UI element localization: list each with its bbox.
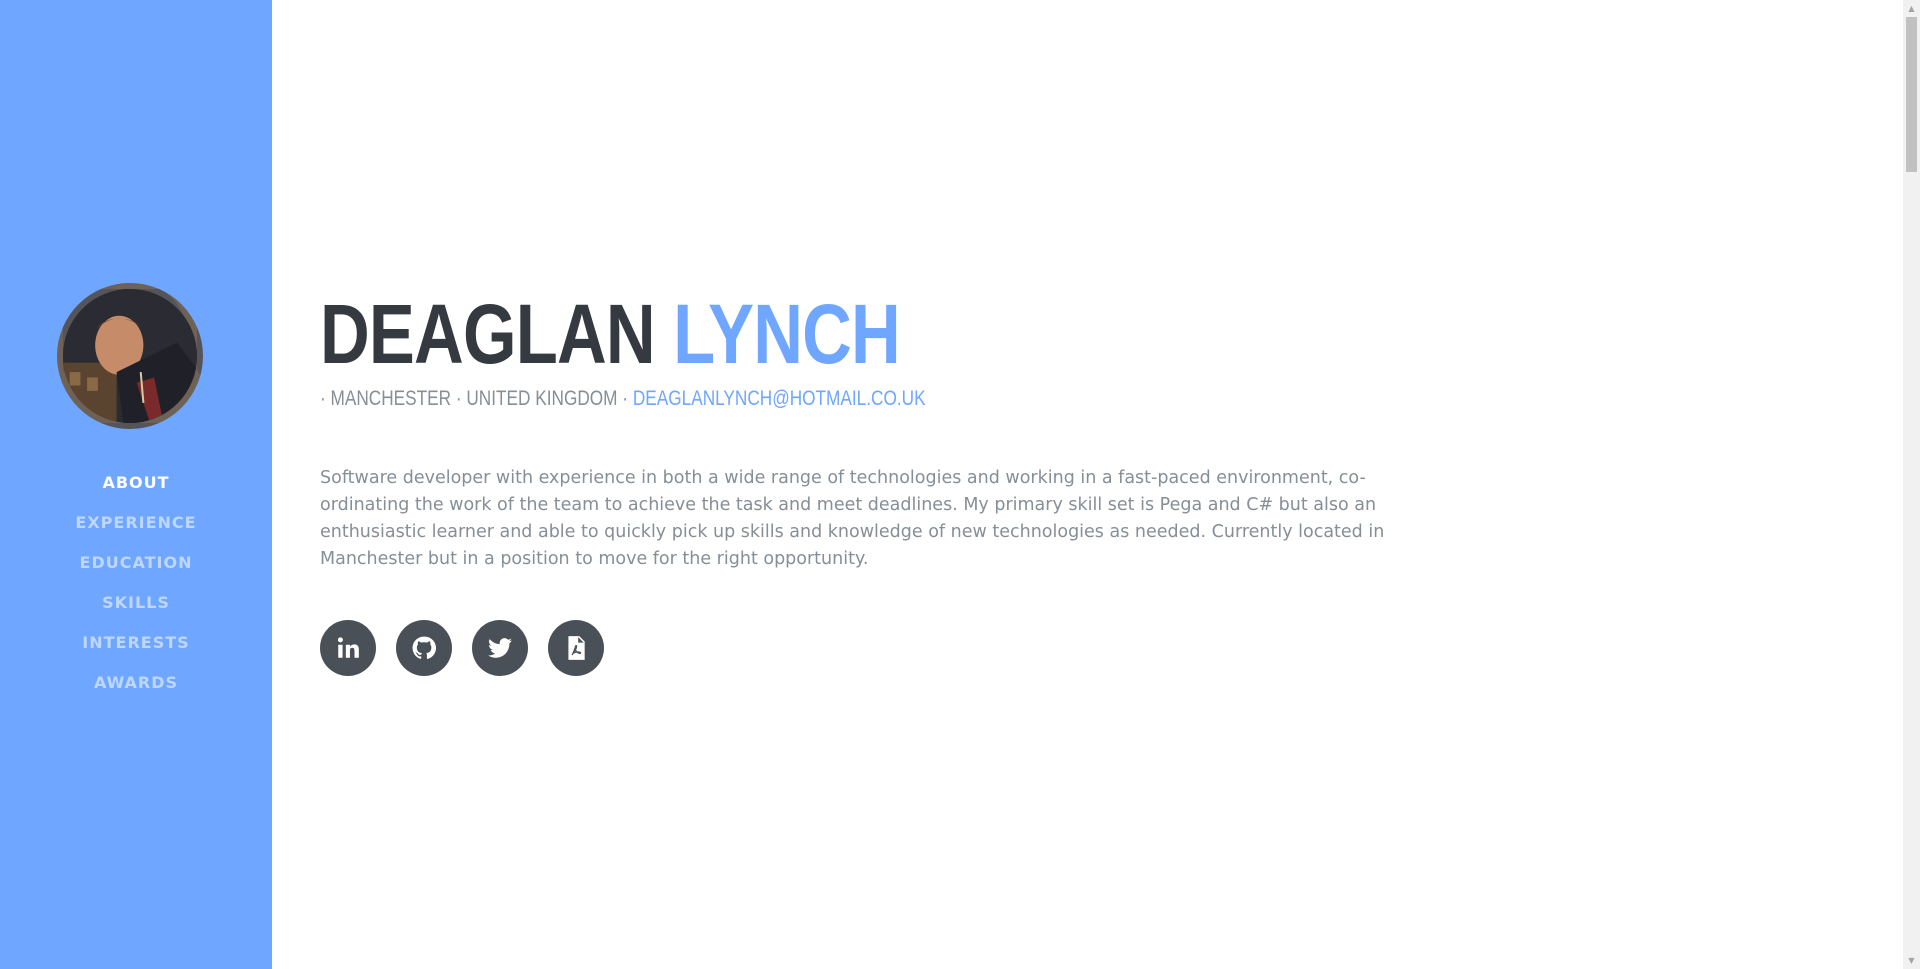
nav-item-skills[interactable]: SKILLS	[0, 583, 272, 623]
contact-subheading: · MANCHESTER · UNITED KINGDOM · DEAGLANL…	[320, 387, 926, 411]
nav-item-experience[interactable]: EXPERIENCE	[0, 503, 272, 543]
sidebar-nav: ABOUT EXPERIENCE EDUCATION SKILLS INTERE…	[0, 463, 272, 703]
nav-item-education[interactable]: EDUCATION	[0, 543, 272, 583]
last-name: LYNCH	[673, 287, 901, 381]
nav-item-about[interactable]: ABOUT	[0, 463, 272, 503]
profile-avatar	[57, 283, 203, 429]
pdf-file-icon	[568, 636, 585, 660]
scrollbar-thumb[interactable]	[1906, 17, 1917, 172]
scroll-up-arrow-icon[interactable]: ▲	[1903, 0, 1920, 17]
linkedin-button[interactable]	[320, 620, 376, 676]
linkedin-icon	[337, 637, 359, 658]
twitter-icon	[488, 638, 512, 658]
nav-item-interests[interactable]: INTERESTS	[0, 623, 272, 663]
github-button[interactable]	[396, 620, 452, 676]
social-icons	[320, 620, 604, 676]
scroll-down-arrow-icon[interactable]: ▼	[1903, 952, 1920, 969]
vertical-scrollbar[interactable]: ▲ ▼	[1903, 0, 1920, 969]
nav-item-awards[interactable]: AWARDS	[0, 663, 272, 703]
resume-pdf-button[interactable]	[548, 620, 604, 676]
email-link[interactable]: DEAGLANLYNCH@HOTMAIL.CO.UK	[633, 387, 926, 410]
sidebar: ABOUT EXPERIENCE EDUCATION SKILLS INTERE…	[0, 0, 272, 969]
page-title: DEAGLAN LYNCH	[320, 292, 901, 376]
twitter-button[interactable]	[472, 620, 528, 676]
location-text: · MANCHESTER · UNITED KINGDOM ·	[320, 387, 633, 410]
github-icon	[412, 636, 437, 659]
first-name: DEAGLAN	[320, 287, 656, 381]
bio-text: Software developer with experience in bo…	[320, 468, 1385, 569]
